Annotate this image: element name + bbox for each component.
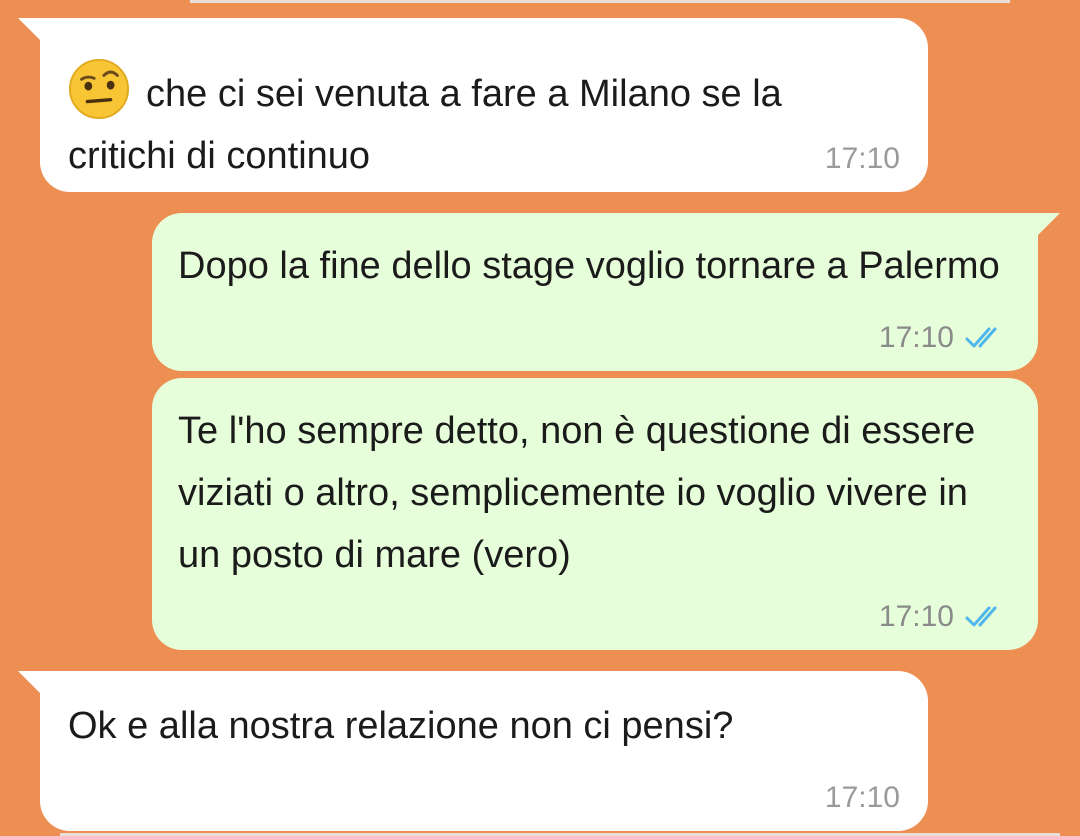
message-text: Ok e alla nostra relazione non ci pensi? <box>68 705 734 747</box>
face-with-raised-eyebrow-icon <box>68 58 130 120</box>
message-time: 17:10 <box>824 781 900 814</box>
previous-message-edge <box>190 0 1010 3</box>
incoming-message-bubble[interactable]: che ci sei venuta a fare a Milano se la … <box>18 18 928 192</box>
incoming-message-bubble[interactable]: Ok e alla nostra relazione non ci pensi?… <box>18 671 928 831</box>
bubble-tail <box>1038 213 1060 235</box>
double-check-read-icon <box>965 327 997 348</box>
bubble-tail <box>18 671 40 693</box>
double-check-read-icon <box>965 606 997 627</box>
message-time: 17:10 <box>878 600 954 633</box>
message-text: Dopo la fine dello stage voglio tornare … <box>178 245 1000 287</box>
outgoing-message-bubble[interactable]: Dopo la fine dello stage voglio tornare … <box>152 213 1060 371</box>
outgoing-message-bubble[interactable]: Te l'ho sempre detto, non è questione di… <box>152 378 1038 650</box>
message-meta: 17:10 <box>825 142 900 176</box>
message-meta: 17:10 <box>879 321 1010 355</box>
message-meta: 17:10 <box>879 600 1010 634</box>
message-time: 17:10 <box>878 321 954 354</box>
message-text-content: che ci sei venuta a fare a Milano se la … <box>68 73 782 177</box>
bubble-tail <box>18 18 40 40</box>
message-meta: 17:10 <box>825 781 900 815</box>
message-time: 17:10 <box>824 142 900 175</box>
message-text: Te l'ho sempre detto, non è questione di… <box>178 410 976 576</box>
message-text: che ci sei venuta a fare a Milano se la … <box>68 58 900 187</box>
